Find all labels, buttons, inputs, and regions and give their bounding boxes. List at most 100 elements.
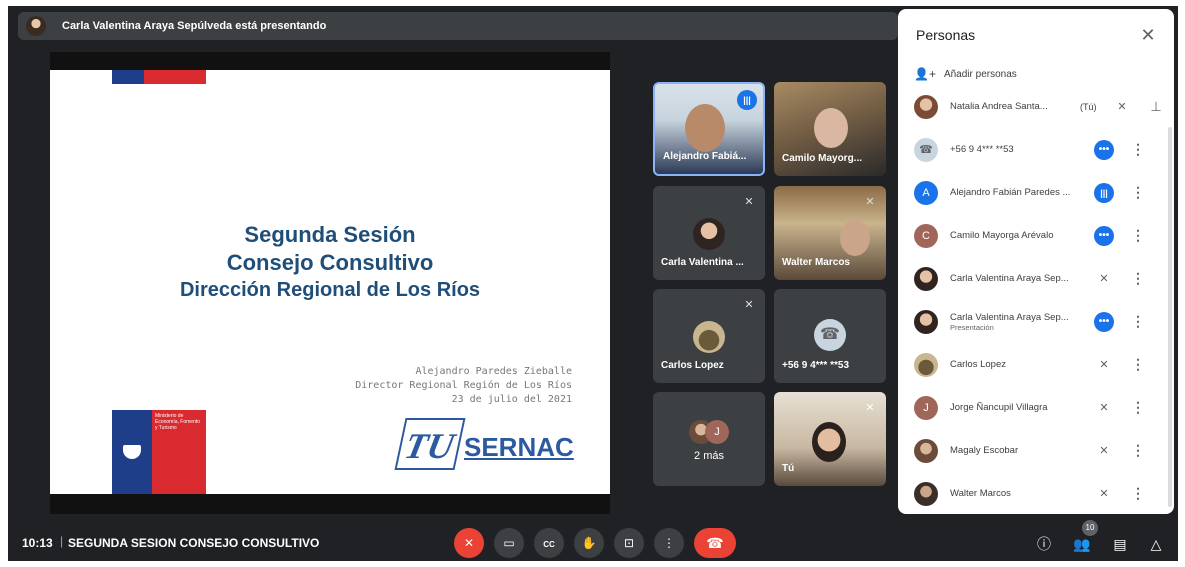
participant-avatar	[914, 352, 938, 377]
mic-off-icon: ✕	[1117, 100, 1127, 113]
participant-name: Alejandro Fabián Paredes ...	[950, 187, 1071, 198]
captions-icon: CC	[543, 540, 555, 549]
slide-title-line3: Dirección Regional de Los Ríos	[179, 279, 481, 301]
participant-row[interactable]: Carla Valentina Araya Sep... Presentació…	[898, 300, 1174, 343]
participant-name: Carla Valentina Araya Sep...	[950, 311, 1069, 323]
panel-scrollbar[interactable]	[1168, 127, 1172, 507]
participant-row[interactable]: J Jorge Ñancupil Villagra ✕ ⋮	[898, 386, 1174, 429]
more-options-button[interactable]: ⋮	[654, 528, 684, 558]
participant-row[interactable]: Natalia Andrea Santa... (Tú) ✕ ⊥	[898, 85, 1174, 128]
leave-call-button[interactable]: ☎	[694, 528, 736, 558]
participant-video	[685, 104, 725, 152]
tile-name: Walter Marcos	[782, 257, 850, 268]
camera-toggle-button[interactable]: ▭	[494, 528, 524, 558]
participant-row[interactable]: Carlos Lopez ✕ ⋮	[898, 343, 1174, 386]
participant-tile[interactable]: ||| Alejandro Fabiá...	[653, 82, 765, 176]
mic-off-icon: ✕	[1099, 401, 1109, 414]
presentation-area[interactable]: Segunda Sesión Consejo Consultivo Direcc…	[50, 52, 610, 514]
participant-video	[840, 220, 870, 256]
info-icon: ⓘ	[1037, 536, 1051, 552]
slide: Segunda Sesión Consejo Consultivo Direcc…	[50, 70, 610, 494]
participant-tile[interactable]: ✕ Carla Valentina ...	[653, 186, 765, 280]
slide-presenter-role: Director Regional Región de Los Ríos	[355, 380, 572, 391]
captions-button[interactable]: CC	[534, 528, 564, 558]
participant-name: Magaly Escobar	[950, 445, 1019, 456]
participant-row[interactable]: Carla Valentina Araya Sep... ✕ ⋮	[898, 257, 1174, 300]
mic-off-icon: ✕	[1099, 358, 1109, 371]
raise-hand-button[interactable]: ✋	[574, 528, 604, 558]
more-options-icon[interactable]: ⋮	[1128, 270, 1148, 287]
separator: |	[60, 534, 64, 548]
chile-flag-stripe	[112, 70, 206, 84]
more-options-icon[interactable]: ⋮	[1128, 313, 1148, 330]
more-options-icon[interactable]: ⋮	[1128, 227, 1148, 244]
panel-title: Personas	[916, 27, 976, 43]
more-options-icon: ⋮	[663, 536, 675, 550]
participant-tile[interactable]: Camilo Mayorg...	[774, 82, 886, 176]
speaking-indicator-icon: |||	[737, 90, 757, 110]
add-person-icon: 👤+	[914, 67, 936, 81]
clock: 10:13	[22, 536, 53, 550]
participant-row[interactable]: C Camilo Mayorga Arévalo ••• ⋮	[898, 214, 1174, 257]
participant-row[interactable]: Magaly Escobar ✕ ⋮	[898, 429, 1174, 472]
meeting-details-button[interactable]: ⓘ	[1034, 534, 1054, 554]
tile-name: Carla Valentina ...	[661, 257, 744, 268]
participant-avatar	[914, 266, 938, 291]
presenter-avatar	[26, 16, 46, 36]
participant-name: Carla Valentina Araya Sep...	[950, 273, 1069, 284]
mic-toggle-button[interactable]: ✕	[454, 528, 484, 558]
add-people-button[interactable]: 👤+ Añadir personas	[914, 67, 1017, 81]
participant-avatar	[914, 309, 938, 334]
pin-icon[interactable]: ⊥	[1146, 99, 1166, 115]
sernac-logo-tu: TU	[394, 418, 466, 470]
participant-tile[interactable]: ☎ +56 9 4*** **53	[774, 289, 886, 383]
participant-name: +56 9 4*** **53	[950, 144, 1014, 155]
tile-name: +56 9 4*** **53	[782, 360, 850, 371]
participant-name: Walter Marcos	[950, 488, 1011, 499]
more-participants-label: 2 más	[694, 450, 724, 462]
participant-row[interactable]: ☎ +56 9 4*** **53 ••• ⋮	[898, 128, 1174, 171]
self-tag: (Tú)	[1080, 101, 1097, 112]
participant-tile[interactable]: ✕ Walter Marcos	[774, 186, 886, 280]
participant-avatar: J	[705, 420, 729, 444]
mic-off-icon: ✕	[463, 536, 475, 550]
participant-avatar: A	[914, 180, 938, 205]
presentation-sublabel: Presentación	[950, 322, 994, 332]
mic-off-icon: ✕	[1099, 487, 1109, 500]
participant-tile[interactable]: ✕ Carlos Lopez	[653, 289, 765, 383]
participant-video	[812, 422, 846, 462]
sernac-logo: TU SERNAC	[394, 418, 574, 478]
people-button[interactable]: 👥	[1072, 534, 1092, 554]
more-participants-tile[interactable]: J 2 más	[653, 392, 765, 486]
more-options-icon[interactable]: ⋮	[1128, 485, 1148, 502]
chat-button[interactable]: ▤	[1110, 534, 1130, 554]
slide-title-line1: Segunda Sesión	[244, 222, 416, 247]
mic-off-icon: ✕	[744, 196, 754, 208]
mic-off-icon: ✕	[865, 196, 875, 208]
activities-button[interactable]: △	[1146, 534, 1166, 554]
more-options-icon[interactable]: ⋮	[1128, 442, 1148, 459]
participant-avatar: C	[914, 223, 938, 248]
more-options-icon[interactable]: ⋮	[1128, 356, 1148, 373]
government-logo: Ministerio de Economía, Fomento y Turism…	[112, 410, 206, 494]
speaking-indicator-icon: •••	[1094, 311, 1114, 332]
mic-off-icon: ✕	[1099, 272, 1109, 285]
close-icon[interactable]: ✕	[1136, 23, 1160, 47]
tile-name: Camilo Mayorg...	[782, 153, 863, 164]
participant-row[interactable]: Walter Marcos ✕ ⋮	[898, 472, 1174, 515]
participant-name: Camilo Mayorga Arévalo	[950, 230, 1054, 241]
hand-icon: ✋	[581, 536, 597, 550]
activities-icon: △	[1150, 536, 1162, 552]
participant-avatar	[914, 438, 938, 463]
meeting-name: SEGUNDA SESION CONSEJO CONSULTIVO	[68, 536, 320, 550]
participant-row[interactable]: A Alejandro Fabián Paredes ... ||| ⋮	[898, 171, 1174, 214]
more-options-icon[interactable]: ⋮	[1128, 184, 1148, 201]
participant-avatar	[693, 321, 725, 353]
more-options-icon[interactable]: ⋮	[1128, 141, 1148, 158]
camera-icon: ▭	[503, 536, 515, 550]
more-options-icon[interactable]: ⋮	[1128, 399, 1148, 416]
people-panel: Personas ✕ 👤+ Añadir personas Natalia An…	[898, 9, 1174, 514]
speaking-indicator-icon: •••	[1094, 139, 1114, 160]
self-tile[interactable]: ✕ Tú	[774, 392, 886, 486]
present-button[interactable]: ⊡	[614, 528, 644, 558]
